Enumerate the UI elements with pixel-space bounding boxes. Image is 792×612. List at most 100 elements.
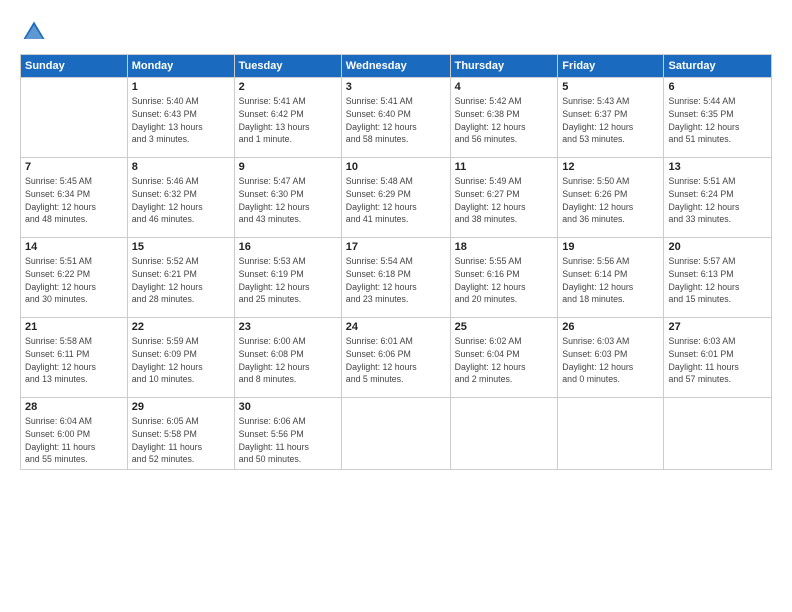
day-number: 13 xyxy=(668,161,767,173)
day-info: Sunrise: 6:05 AMSunset: 5:58 PMDaylight:… xyxy=(132,415,230,466)
day-cell: 5 Sunrise: 5:43 AMSunset: 6:37 PMDaylight… xyxy=(558,78,664,158)
day-info: Sunrise: 5:50 AMSunset: 6:26 PMDaylight:… xyxy=(562,175,659,226)
day-number: 9 xyxy=(239,161,337,173)
day-cell: 15 Sunrise: 5:52 AMSunset: 6:21 PMDayligh… xyxy=(127,238,234,318)
day-number: 5 xyxy=(562,81,659,93)
day-number: 26 xyxy=(562,321,659,333)
day-cell: 23 Sunrise: 6:00 AMSunset: 6:08 PMDayligh… xyxy=(234,318,341,398)
day-number: 24 xyxy=(346,321,446,333)
week-row-3: 14 Sunrise: 5:51 AMSunset: 6:22 PMDayligh… xyxy=(21,238,772,318)
day-cell xyxy=(341,398,450,470)
day-info: Sunrise: 6:01 AMSunset: 6:06 PMDaylight:… xyxy=(346,335,446,386)
calendar-table: SundayMondayTuesdayWednesdayThursdayFrid… xyxy=(20,54,772,470)
day-info: Sunrise: 5:51 AMSunset: 6:24 PMDaylight:… xyxy=(668,175,767,226)
day-cell: 17 Sunrise: 5:54 AMSunset: 6:18 PMDayligh… xyxy=(341,238,450,318)
day-cell: 13 Sunrise: 5:51 AMSunset: 6:24 PMDayligh… xyxy=(664,158,772,238)
day-info: Sunrise: 5:56 AMSunset: 6:14 PMDaylight:… xyxy=(562,255,659,306)
day-info: Sunrise: 5:58 AMSunset: 6:11 PMDaylight:… xyxy=(25,335,123,386)
weekday-header-friday: Friday xyxy=(558,55,664,78)
day-cell: 14 Sunrise: 5:51 AMSunset: 6:22 PMDayligh… xyxy=(21,238,128,318)
day-info: Sunrise: 5:42 AMSunset: 6:38 PMDaylight:… xyxy=(455,95,554,146)
day-number: 27 xyxy=(668,321,767,333)
day-cell: 11 Sunrise: 5:49 AMSunset: 6:27 PMDayligh… xyxy=(450,158,558,238)
week-row-5: 28 Sunrise: 6:04 AMSunset: 6:00 PMDayligh… xyxy=(21,398,772,470)
day-info: Sunrise: 5:52 AMSunset: 6:21 PMDaylight:… xyxy=(132,255,230,306)
day-cell xyxy=(450,398,558,470)
day-number: 14 xyxy=(25,241,123,253)
weekday-header-sunday: Sunday xyxy=(21,55,128,78)
day-cell: 2Sunrise: 5:41 AMSunset: 6:42 PMDaylight… xyxy=(234,78,341,158)
day-info: Sunrise: 5:46 AMSunset: 6:32 PMDaylight:… xyxy=(132,175,230,226)
weekday-header-tuesday: Tuesday xyxy=(234,55,341,78)
day-cell: 18 Sunrise: 5:55 AMSunset: 6:16 PMDayligh… xyxy=(450,238,558,318)
day-info: Sunrise: 5:49 AMSunset: 6:27 PMDaylight:… xyxy=(455,175,554,226)
day-number: 7 xyxy=(25,161,123,173)
day-info: Sunrise: 6:03 AMSunset: 6:01 PMDaylight:… xyxy=(668,335,767,386)
day-info: Sunrise: 5:51 AMSunset: 6:22 PMDaylight:… xyxy=(25,255,123,306)
day-cell: 28 Sunrise: 6:04 AMSunset: 6:00 PMDayligh… xyxy=(21,398,128,470)
day-number: 2 xyxy=(239,81,337,93)
logo xyxy=(20,18,52,46)
weekday-header-monday: Monday xyxy=(127,55,234,78)
week-row-1: 1Sunrise: 5:40 AMSunset: 6:43 PMDaylight… xyxy=(21,78,772,158)
day-info: Sunrise: 5:43 AMSunset: 6:37 PMDaylight:… xyxy=(562,95,659,146)
day-info: Sunrise: 6:06 AMSunset: 5:56 PMDaylight:… xyxy=(239,415,337,466)
day-cell: 4 Sunrise: 5:42 AMSunset: 6:38 PMDaylight… xyxy=(450,78,558,158)
day-info: Sunrise: 5:53 AMSunset: 6:19 PMDaylight:… xyxy=(239,255,337,306)
day-number: 19 xyxy=(562,241,659,253)
day-number: 8 xyxy=(132,161,230,173)
day-number: 10 xyxy=(346,161,446,173)
day-number: 11 xyxy=(455,161,554,173)
day-number: 15 xyxy=(132,241,230,253)
day-cell: 24 Sunrise: 6:01 AMSunset: 6:06 PMDayligh… xyxy=(341,318,450,398)
day-cell: 19 Sunrise: 5:56 AMSunset: 6:14 PMDayligh… xyxy=(558,238,664,318)
day-number: 4 xyxy=(455,81,554,93)
day-cell: 6Sunrise: 5:44 AMSunset: 6:35 PMDaylight… xyxy=(664,78,772,158)
day-number: 28 xyxy=(25,401,123,413)
day-info: Sunrise: 6:02 AMSunset: 6:04 PMDaylight:… xyxy=(455,335,554,386)
day-info: Sunrise: 5:41 AMSunset: 6:40 PMDaylight:… xyxy=(346,95,446,146)
day-cell xyxy=(21,78,128,158)
day-number: 3 xyxy=(346,81,446,93)
day-cell: 25 Sunrise: 6:02 AMSunset: 6:04 PMDayligh… xyxy=(450,318,558,398)
day-cell: 3 Sunrise: 5:41 AMSunset: 6:40 PMDaylight… xyxy=(341,78,450,158)
day-cell: 9Sunrise: 5:47 AMSunset: 6:30 PMDaylight… xyxy=(234,158,341,238)
day-number: 17 xyxy=(346,241,446,253)
day-number: 20 xyxy=(668,241,767,253)
day-cell: 30 Sunrise: 6:06 AMSunset: 5:56 PMDayligh… xyxy=(234,398,341,470)
day-info: Sunrise: 5:59 AMSunset: 6:09 PMDaylight:… xyxy=(132,335,230,386)
weekday-header-row: SundayMondayTuesdayWednesdayThursdayFrid… xyxy=(21,55,772,78)
day-number: 12 xyxy=(562,161,659,173)
header xyxy=(20,18,772,46)
day-number: 1 xyxy=(132,81,230,93)
day-info: Sunrise: 6:04 AMSunset: 6:00 PMDaylight:… xyxy=(25,415,123,466)
day-cell: 12 Sunrise: 5:50 AMSunset: 6:26 PMDayligh… xyxy=(558,158,664,238)
day-info: Sunrise: 5:54 AMSunset: 6:18 PMDaylight:… xyxy=(346,255,446,306)
day-cell: 29 Sunrise: 6:05 AMSunset: 5:58 PMDayligh… xyxy=(127,398,234,470)
day-cell: 21 Sunrise: 5:58 AMSunset: 6:11 PMDayligh… xyxy=(21,318,128,398)
day-number: 29 xyxy=(132,401,230,413)
day-info: Sunrise: 5:45 AMSunset: 6:34 PMDaylight:… xyxy=(25,175,123,226)
page: SundayMondayTuesdayWednesdayThursdayFrid… xyxy=(0,0,792,612)
day-number: 25 xyxy=(455,321,554,333)
weekday-header-thursday: Thursday xyxy=(450,55,558,78)
day-number: 16 xyxy=(239,241,337,253)
logo-icon xyxy=(20,18,48,46)
day-number: 21 xyxy=(25,321,123,333)
day-number: 30 xyxy=(239,401,337,413)
day-info: Sunrise: 5:44 AMSunset: 6:35 PMDaylight:… xyxy=(668,95,767,146)
day-info: Sunrise: 6:00 AMSunset: 6:08 PMDaylight:… xyxy=(239,335,337,386)
day-cell: 1Sunrise: 5:40 AMSunset: 6:43 PMDaylight… xyxy=(127,78,234,158)
day-number: 18 xyxy=(455,241,554,253)
day-cell: 20Sunrise: 5:57 AMSunset: 6:13 PMDayligh… xyxy=(664,238,772,318)
day-cell: 27 Sunrise: 6:03 AMSunset: 6:01 PMDayligh… xyxy=(664,318,772,398)
day-number: 23 xyxy=(239,321,337,333)
day-cell: 22Sunrise: 5:59 AMSunset: 6:09 PMDayligh… xyxy=(127,318,234,398)
day-info: Sunrise: 5:48 AMSunset: 6:29 PMDaylight:… xyxy=(346,175,446,226)
week-row-2: 7 Sunrise: 5:45 AMSunset: 6:34 PMDaylight… xyxy=(21,158,772,238)
day-cell: 16 Sunrise: 5:53 AMSunset: 6:19 PMDayligh… xyxy=(234,238,341,318)
day-info: Sunrise: 5:55 AMSunset: 6:16 PMDaylight:… xyxy=(455,255,554,306)
weekday-header-wednesday: Wednesday xyxy=(341,55,450,78)
day-cell xyxy=(558,398,664,470)
day-info: Sunrise: 6:03 AMSunset: 6:03 PMDaylight:… xyxy=(562,335,659,386)
